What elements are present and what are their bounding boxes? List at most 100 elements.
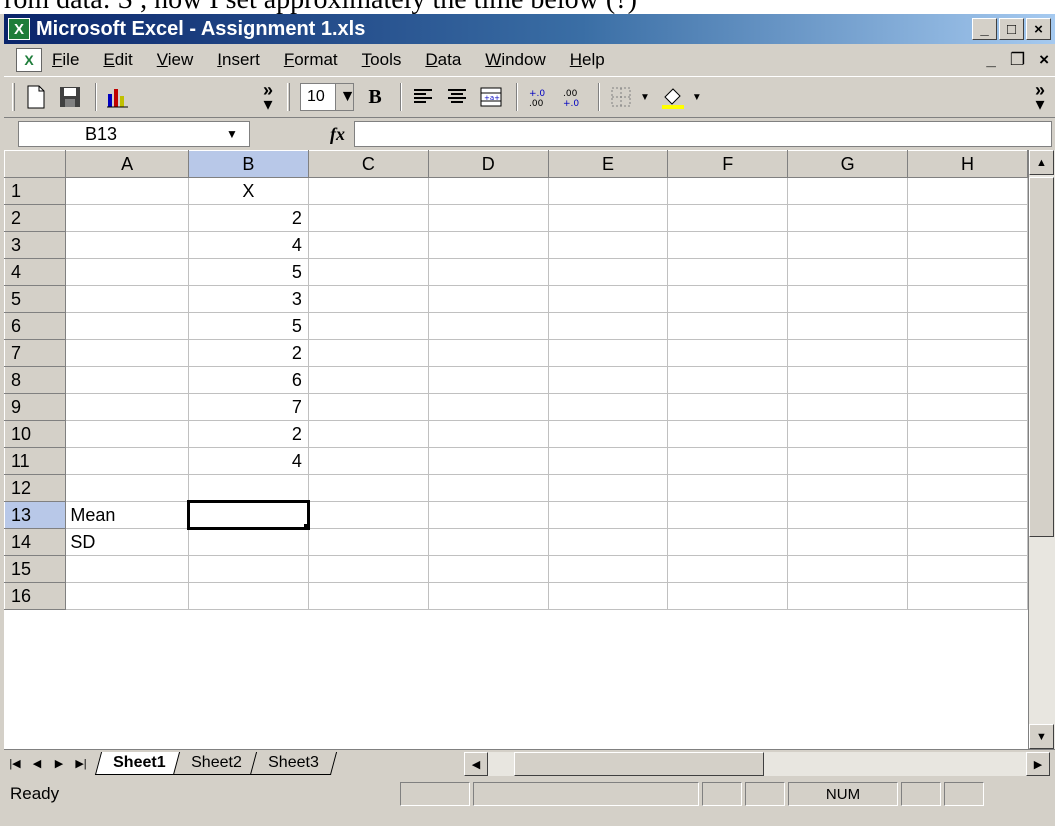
cell-g3[interactable] [787,231,909,259]
cell-e7[interactable] [547,339,669,367]
cell-h6[interactable] [907,312,1028,340]
scroll-right-button[interactable]: ▶ [1026,752,1050,776]
menu-data[interactable]: Data [425,50,461,70]
cell-d6[interactable] [427,312,549,340]
row-header[interactable]: 11 [4,447,67,475]
menu-edit[interactable]: Edit [103,50,132,70]
row-header[interactable]: 16 [4,582,67,610]
cell-d9[interactable] [427,393,549,421]
cell-f5[interactable] [667,285,789,313]
cell-h7[interactable] [907,339,1028,367]
row-header[interactable]: 15 [4,555,67,583]
cell-b15[interactable] [187,555,309,583]
cell-h2[interactable] [907,204,1028,232]
cell-d3[interactable] [427,231,549,259]
cell-h16[interactable] [907,582,1028,610]
cell-b9[interactable]: 7 [187,393,309,421]
toolbar-grip[interactable] [12,83,15,111]
cell-c8[interactable] [307,366,429,394]
row-header[interactable]: 4 [4,258,67,286]
column-header-f[interactable]: F [667,150,789,178]
cell-b14[interactable] [187,528,309,556]
cell-b7[interactable]: 2 [187,339,309,367]
cell-f3[interactable] [667,231,789,259]
font-size-combobox[interactable]: 10 ▼ [300,83,355,111]
minimize-button[interactable]: _ [972,18,997,40]
cell-e2[interactable] [547,204,669,232]
cell-g15[interactable] [787,555,909,583]
scroll-up-button[interactable]: ▲ [1029,150,1054,175]
borders-dropdown-icon[interactable]: ▼ [640,92,650,103]
cell-b13[interactable] [186,500,310,530]
cell-h10[interactable] [907,420,1028,448]
cell-d11[interactable] [427,447,549,475]
cell-e1[interactable] [547,177,669,205]
cell-g4[interactable] [787,258,909,286]
cell-d4[interactable] [427,258,549,286]
cell-e6[interactable] [547,312,669,340]
cell-h15[interactable] [907,555,1028,583]
cell-f15[interactable] [667,555,789,583]
cell-c16[interactable] [307,582,429,610]
cell-b4[interactable]: 5 [187,258,309,286]
last-sheet-icon[interactable]: ▶| [70,757,92,770]
cell-g14[interactable] [787,528,909,556]
cell-a4[interactable] [65,258,189,286]
prev-sheet-icon[interactable]: ◀ [26,757,48,770]
row-header[interactable]: 6 [4,312,67,340]
scroll-left-button[interactable]: ◀ [464,752,488,776]
cell-a6[interactable] [65,312,189,340]
cell-h11[interactable] [907,447,1028,475]
vertical-scroll-thumb[interactable] [1029,177,1054,537]
cell-d8[interactable] [427,366,549,394]
cell-e10[interactable] [547,420,669,448]
cell-f6[interactable] [667,312,789,340]
close-button[interactable]: × [1026,18,1051,40]
cell-h13[interactable] [907,501,1028,529]
cell-a2[interactable] [65,204,189,232]
cell-f1[interactable] [667,177,789,205]
menu-insert[interactable]: Insert [217,50,260,70]
horizontal-scroll-thumb[interactable] [514,752,764,776]
cell-e9[interactable] [547,393,669,421]
cell-c6[interactable] [307,312,429,340]
cell-c9[interactable] [307,393,429,421]
fill-color-dropdown-icon[interactable]: ▼ [692,92,702,103]
cell-f14[interactable] [667,528,789,556]
cell-g5[interactable] [787,285,909,313]
cell-e3[interactable] [547,231,669,259]
cell-b16[interactable] [187,582,309,610]
cell-a10[interactable] [65,420,189,448]
cell-f11[interactable] [667,447,789,475]
row-header[interactable]: 8 [4,366,67,394]
row-header[interactable]: 10 [4,420,67,448]
cell-a1[interactable] [65,177,189,205]
cell-g7[interactable] [787,339,909,367]
cell-d14[interactable] [427,528,549,556]
bold-button[interactable]: B [360,82,390,112]
cell-c2[interactable] [307,204,429,232]
cell-e8[interactable] [547,366,669,394]
row-header[interactable]: 9 [4,393,67,421]
cell-b5[interactable]: 3 [187,285,309,313]
cell-f9[interactable] [667,393,789,421]
cell-e16[interactable] [547,582,669,610]
cell-c14[interactable] [307,528,429,556]
cell-a13[interactable]: Mean [65,501,189,529]
scroll-down-button[interactable]: ▼ [1029,724,1054,749]
save-button[interactable] [55,82,85,112]
fill-color-button[interactable] [658,82,688,112]
cell-g1[interactable] [787,177,909,205]
cell-g16[interactable] [787,582,909,610]
cell-e13[interactable] [547,501,669,529]
horizontal-scrollbar[interactable]: ◀ ▶ [464,752,1050,776]
increase-decimal-button[interactable]: +.0.00 [524,82,554,112]
workbook-minimize-icon[interactable]: _ [986,50,995,70]
menu-tools[interactable]: Tools [362,50,402,70]
cell-h5[interactable] [907,285,1028,313]
menu-window[interactable]: Window [485,50,545,70]
formula-input[interactable] [354,121,1052,147]
row-header[interactable]: 7 [4,339,67,367]
excel-icon[interactable]: X [8,18,30,40]
row-header[interactable]: 14 [4,528,67,556]
